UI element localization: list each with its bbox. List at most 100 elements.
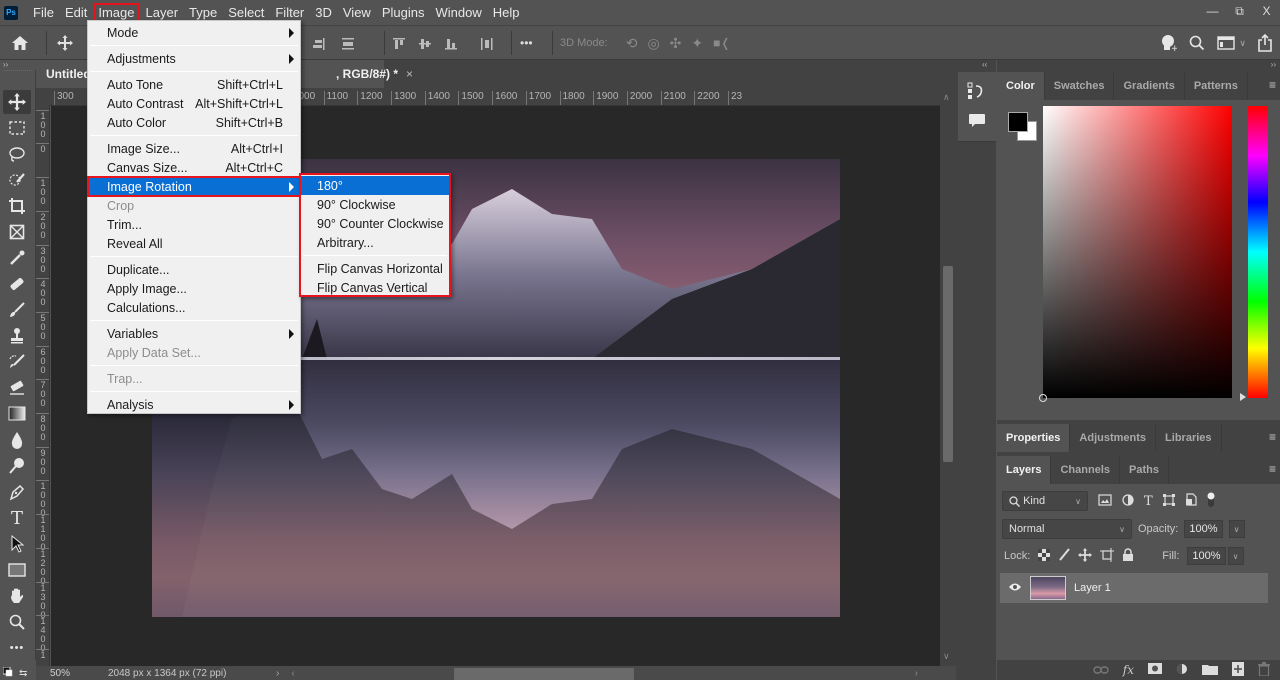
align-vertical-centers-icon[interactable] [418, 30, 432, 58]
tab-layers[interactable]: Layers [997, 456, 1052, 484]
menu-item-auto-contrast[interactable]: Auto Contrast Alt+Shift+Ctrl+L [88, 94, 300, 113]
layer-visibility-eye-icon[interactable] [1008, 582, 1022, 595]
move-tool-icon[interactable] [3, 90, 31, 114]
new-adjustment-layer-icon[interactable] [1176, 663, 1188, 678]
delete-layer-trash-icon[interactable] [1258, 661, 1270, 679]
ruler-origin[interactable] [36, 88, 50, 106]
align-bottom-edges-icon[interactable] [444, 30, 458, 58]
horizontal-scroll-thumb[interactable] [454, 668, 634, 680]
filter-smart-objects-icon[interactable] [1185, 493, 1197, 509]
more-options-button[interactable]: ••• [520, 29, 533, 57]
menu-item-duplicate[interactable]: Duplicate... [88, 260, 300, 279]
submenu-item-90-deg-counter-clockwise[interactable]: 90° Counter Clockwise [301, 214, 449, 233]
color-picker-marker[interactable] [1039, 394, 1047, 402]
3d-roll-icon[interactable]: ◎ [647, 29, 659, 57]
new-group-folder-icon[interactable] [1202, 663, 1218, 678]
rectangular-marquee-icon[interactable] [3, 116, 31, 140]
gradient-icon[interactable] [3, 402, 31, 426]
scroll-right-icon[interactable]: › [915, 668, 918, 679]
collapse-dock-icon[interactable]: ‹‹ [982, 60, 987, 69]
history-icon[interactable] [966, 80, 988, 102]
scroll-left-icon[interactable]: ‹ [291, 668, 294, 679]
vertical-ruler[interactable]: 01 0 001 0 02 0 03 0 04 0 05 0 06 0 07 0… [36, 106, 50, 666]
menu-view[interactable]: View [338, 3, 376, 22]
fill-dropdown-icon[interactable]: ∨ [1227, 547, 1244, 565]
submenu-item-90-deg-clockwise[interactable]: 90° Clockwise [301, 195, 449, 214]
restore-button[interactable]: ⧉ [1226, 0, 1253, 22]
filter-pixel-layers-icon[interactable] [1098, 493, 1112, 509]
layer-filter-kind-dropdown[interactable]: Kind ∨ [1002, 491, 1088, 511]
status-menu-arrow-icon[interactable]: › [276, 668, 279, 679]
lasso-icon[interactable] [3, 142, 31, 166]
tab-paths[interactable]: Paths [1120, 456, 1169, 484]
close-document-icon[interactable]: × [406, 67, 413, 81]
dodge-icon[interactable] [3, 454, 31, 478]
foreground-color-swatch[interactable] [1008, 112, 1028, 132]
swap-colors-icon[interactable]: ⇆ [19, 668, 27, 679]
menu-item-analysis[interactable]: Analysis [88, 395, 300, 414]
hue-slider-handle[interactable] [1240, 393, 1246, 401]
scroll-up-icon[interactable]: ∧ [943, 92, 950, 103]
submenu-item-flip-canvas-horizontal[interactable]: Flip Canvas Horizontal [301, 259, 449, 278]
submenu-item-flip-canvas-vertical[interactable]: Flip Canvas Vertical [301, 278, 449, 297]
hue-slider[interactable] [1248, 106, 1268, 398]
menu-item-trim[interactable]: Trim... [88, 215, 300, 234]
distribute-vertical-icon[interactable] [480, 30, 494, 58]
opacity-input[interactable]: 100% [1184, 520, 1223, 538]
type-tool-icon[interactable]: T [3, 506, 31, 530]
toolbar-grip[interactable] [4, 70, 32, 76]
menu-item-canvas-size[interactable]: Canvas Size... Alt+Ctrl+C [88, 158, 300, 177]
menu-item-adjustments[interactable]: Adjustments [88, 49, 300, 68]
tab-properties[interactable]: Properties [997, 424, 1071, 452]
layer-name[interactable]: Layer 1 [1074, 582, 1111, 594]
link-layers-icon[interactable] [1093, 663, 1109, 677]
add-mask-icon[interactable] [1148, 663, 1162, 677]
hand-icon[interactable] [3, 584, 31, 608]
menu-item-mode[interactable]: Mode [88, 23, 300, 42]
layer-row[interactable]: Layer 1 [1000, 573, 1268, 603]
distribute-horizontal-icon[interactable] [340, 30, 356, 58]
brush-icon[interactable] [3, 298, 31, 322]
lock-position-icon[interactable] [1078, 547, 1093, 565]
comments-icon[interactable] [966, 110, 988, 132]
submenu-item-180-deg[interactable]: 180° [301, 176, 449, 195]
zoom-tool-icon[interactable] [3, 610, 31, 634]
frame-icon[interactable] [3, 220, 31, 244]
layer-style-fx-icon[interactable]: fx [1123, 663, 1134, 677]
align-right-edges-icon[interactable] [312, 30, 326, 58]
filter-adjustment-layers-icon[interactable] [1122, 493, 1134, 509]
3d-slide-icon[interactable]: ✦ [691, 29, 703, 57]
quick-selection-icon[interactable] [3, 168, 31, 192]
opacity-dropdown-icon[interactable]: ∨ [1228, 520, 1245, 538]
3d-camera-icon[interactable]: ■❬ [713, 29, 730, 57]
lock-image-pixels-icon[interactable] [1058, 547, 1071, 565]
menu-help[interactable]: Help [488, 3, 525, 22]
align-top-edges-icon[interactable] [392, 30, 406, 58]
collapse-panels-icon[interactable]: ›› [1271, 60, 1276, 69]
default-colors-icon[interactable] [2, 664, 13, 680]
menu-item-image-rotation[interactable]: Image Rotation [87, 176, 301, 197]
zoom-level[interactable]: 50% [50, 668, 90, 679]
tab-swatches[interactable]: Swatches [1045, 72, 1115, 100]
menu-item-calculations[interactable]: Calculations... [88, 298, 300, 317]
menu-item-auto-tone[interactable]: Auto Tone Shift+Ctrl+L [88, 75, 300, 94]
3d-pan-icon[interactable]: ✣ [670, 29, 682, 57]
menu-plugins[interactable]: Plugins [377, 3, 430, 22]
new-layer-icon[interactable] [1232, 661, 1244, 679]
edit-toolbar-icon[interactable]: ••• [3, 636, 31, 660]
move-tool-icon[interactable] [53, 29, 77, 57]
vertical-scrollbar[interactable]: ∧ ∨ [940, 88, 956, 666]
blend-mode-dropdown[interactable]: Normal ∨ [1002, 519, 1132, 539]
menu-item-image-size[interactable]: Image Size... Alt+Ctrl+I [88, 139, 300, 158]
scroll-down-icon[interactable]: ∨ [943, 651, 950, 662]
menu-3d[interactable]: 3D [310, 3, 337, 22]
chevron-down-icon[interactable]: ∨ [1239, 29, 1246, 57]
eyedropper-icon[interactable] [3, 246, 31, 270]
share-icon[interactable] [1258, 29, 1272, 57]
pen-icon[interactable] [3, 480, 31, 504]
color-picker-field[interactable] [1039, 106, 1232, 402]
vertical-scroll-thumb[interactable] [943, 266, 953, 462]
menu-file[interactable]: File [28, 3, 59, 22]
healing-brush-icon[interactable] [3, 272, 31, 296]
menu-item-auto-color[interactable]: Auto Color Shift+Ctrl+B [88, 113, 300, 132]
